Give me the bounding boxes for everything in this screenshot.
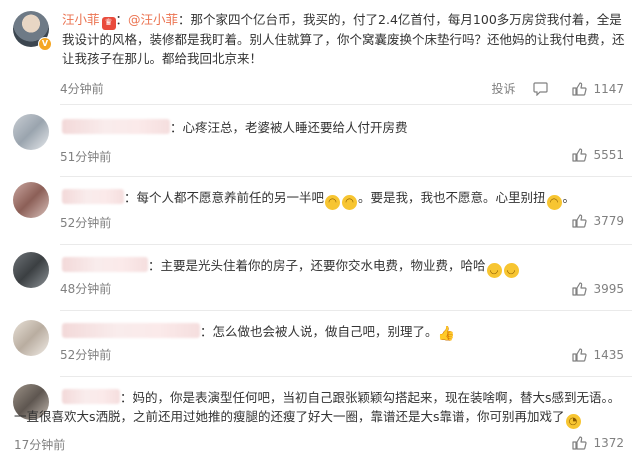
comment-body: 。 bbox=[562, 190, 576, 205]
vip-crown-icon: ♛ bbox=[101, 17, 116, 30]
comment-item: ：怎么做也会被人说，做自己吧，别理了。👍 52分钟前 1435 bbox=[0, 316, 640, 376]
comment-body: 。要是我，我也不愿意。心里别扭 bbox=[358, 190, 546, 205]
laughing-crying-emoji-icon: ◠ bbox=[342, 195, 358, 210]
thumbs-up-emoji-icon: 👍 bbox=[437, 326, 455, 342]
comment-body: ：每个人都不愿意养前任的另一半吧 bbox=[124, 190, 325, 205]
thumbs-up-icon bbox=[572, 148, 588, 162]
blurred-username[interactable] bbox=[62, 389, 120, 404]
like-button[interactable]: 1435 bbox=[572, 348, 624, 362]
like-count: 3995 bbox=[593, 282, 624, 296]
laughing-crying-emoji-icon: ◠ bbox=[546, 195, 562, 210]
divider bbox=[60, 310, 632, 311]
comment-time: 48分钟前 bbox=[60, 282, 112, 296]
comment-actions: 5551 bbox=[554, 148, 624, 162]
avatar[interactable] bbox=[13, 252, 49, 288]
like-button[interactable]: 3779 bbox=[572, 214, 624, 228]
comment-actions: 3995 bbox=[554, 282, 624, 296]
comment-item: ：主要是光头住着你的房子，还要你交水电费，物业费，哈哈 ◡ ◡ 48分钟前 3995 bbox=[0, 248, 640, 308]
comment-text: ：妈的，你是表演型任何吧，当初自己跟张颖颖勾搭起来，现在装啥啊，替大s感到无语。… bbox=[62, 388, 632, 407]
comment-text: ：心疼汪总，老婆被人睡还要给人付开房费 bbox=[62, 118, 632, 137]
comment-button[interactable] bbox=[533, 81, 554, 96]
comment-item: ：妈的，你是表演型任何吧，当初自己跟张颖颖勾搭起来，现在装啥啊，替大s感到无语。… bbox=[0, 380, 640, 462]
like-button[interactable]: 3995 bbox=[572, 282, 624, 296]
comment-body: ：主要是光头住着你的房子，还要你交水电费，物业费，哈哈 bbox=[148, 258, 486, 273]
blurred-username[interactable] bbox=[62, 323, 200, 338]
grinning-emoji-icon: ◡ bbox=[503, 263, 519, 278]
post-text: 汪小菲 ♛ ：@汪小菲：那个家四个亿台币，我买的，付了2.4亿首付，每月100多万房… bbox=[62, 12, 625, 66]
comment-text: ：怎么做也会被人说，做自己吧，别理了。👍 bbox=[62, 322, 632, 344]
comment-item: ：每个人都不愿意养前任的另一半吧 ◠ ◠ 。要是我，我也不愿意。心里别扭 ◠。 52分钟… bbox=[0, 178, 640, 240]
divider bbox=[60, 244, 632, 245]
like-button[interactable]: 5551 bbox=[572, 148, 624, 162]
divider bbox=[60, 376, 632, 377]
comment-time: 17分钟前 bbox=[14, 438, 66, 452]
comment-time: 52分钟前 bbox=[60, 348, 112, 362]
comment-time: 51分钟前 bbox=[60, 150, 112, 164]
comment-text: ：主要是光头住着你的房子，还要你交水电费，物业费，哈哈 ◡ ◡ bbox=[62, 256, 632, 278]
post-time: 4分钟前 bbox=[60, 82, 104, 96]
author-name[interactable]: 汪小菲 bbox=[62, 12, 100, 27]
thumbs-up-icon bbox=[572, 436, 588, 450]
avatar[interactable] bbox=[13, 114, 49, 150]
thumbs-up-icon bbox=[572, 81, 588, 96]
comment-body: ：怎么做也会被人说，做自己吧，别理了。 bbox=[200, 324, 438, 339]
thumbs-up-icon bbox=[572, 348, 588, 362]
main-post: V 汪小菲 ♛ ：@汪小菲：那个家四个亿台币，我买的，付了2.4亿首付，每月100多… bbox=[0, 0, 640, 98]
like-count: 1435 bbox=[593, 348, 624, 362]
blurred-username[interactable] bbox=[62, 189, 124, 204]
comment-body: 一直很喜欢大s洒脱，之前还用过她推的瘦腿的还瘦了好大一圈，靠谱还是大s靠谱，你可… bbox=[14, 409, 565, 424]
like-count: 1372 bbox=[593, 436, 624, 450]
comment-actions: 3779 bbox=[554, 214, 624, 228]
grinning-emoji-icon: ◡ bbox=[486, 263, 502, 278]
verified-badge-icon: V bbox=[38, 37, 52, 51]
comment-actions: 1372 bbox=[554, 436, 624, 450]
comment-text: ：每个人都不愿意养前任的另一半吧 ◠ ◠ 。要是我，我也不愿意。心里别扭 ◠。 bbox=[62, 188, 632, 210]
avatar[interactable] bbox=[13, 182, 49, 218]
report-button[interactable]: 投诉 bbox=[491, 80, 515, 97]
comment-text-continued: 一直很喜欢大s洒脱，之前还用过她推的瘦腿的还瘦了好大一圈，靠谱还是大s靠谱，你可… bbox=[14, 407, 634, 429]
like-count: 5551 bbox=[593, 148, 624, 162]
like-count: 1147 bbox=[593, 81, 624, 96]
thumbs-up-icon bbox=[572, 282, 588, 296]
post-actions: 投诉 1147 bbox=[473, 80, 624, 97]
smirk-emoji-icon: ◔ bbox=[565, 414, 581, 429]
like-count: 3779 bbox=[593, 214, 624, 228]
divider bbox=[60, 104, 632, 105]
comment-body: ：心疼汪总，老婆被人睡还要给人付开房费 bbox=[170, 120, 408, 135]
blurred-username[interactable] bbox=[62, 119, 170, 134]
mention-link[interactable]: @汪小菲 bbox=[128, 12, 178, 27]
comment-body: ：妈的，你是表演型任何吧，当初自己跟张颖颖勾搭起来，现在装啥啊，替大s感到无语。… bbox=[120, 390, 621, 405]
like-button[interactable]: 1147 bbox=[572, 82, 624, 96]
laughing-crying-emoji-icon: ◠ bbox=[325, 195, 341, 210]
comment-icon bbox=[533, 81, 549, 96]
blurred-username[interactable] bbox=[62, 257, 148, 272]
divider bbox=[60, 176, 632, 177]
comment-time: 52分钟前 bbox=[60, 216, 112, 230]
comment-item: ：心疼汪总，老婆被人睡还要给人付开房费 51分钟前 5551 bbox=[0, 110, 640, 172]
like-button[interactable]: 1372 bbox=[572, 436, 624, 450]
thumbs-up-icon bbox=[572, 214, 588, 228]
avatar[interactable] bbox=[13, 320, 49, 356]
comment-actions: 1435 bbox=[554, 348, 624, 362]
